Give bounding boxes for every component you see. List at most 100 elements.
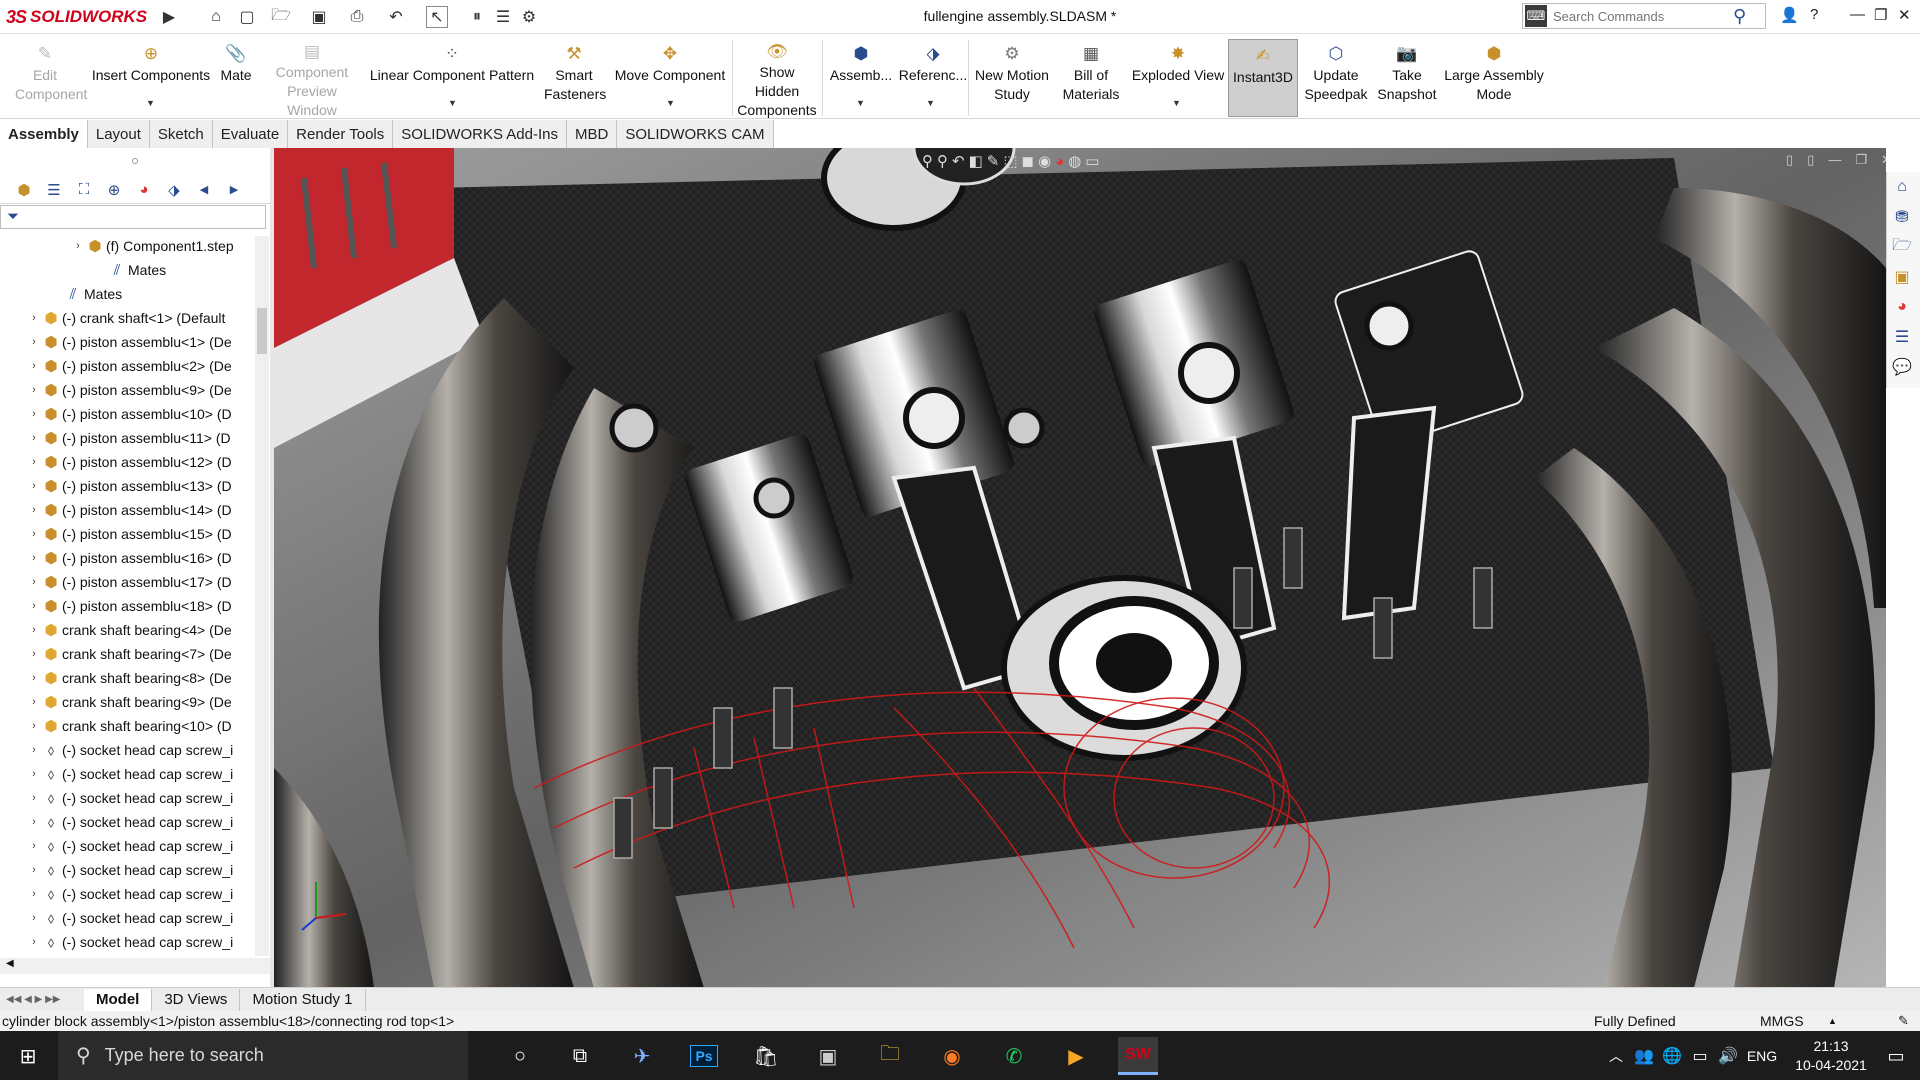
collapse-dot-icon[interactable] — [132, 158, 138, 164]
expand-arrow-icon[interactable]: › — [28, 408, 40, 420]
expand-arrow-icon[interactable]: › — [28, 600, 40, 612]
tree-item[interactable]: ⫽ Mates — [0, 282, 256, 306]
expand-arrow-icon[interactable]: › — [28, 576, 40, 588]
expand-arrow-icon[interactable]: › — [28, 480, 40, 492]
search-commands-input[interactable] — [1553, 8, 1733, 24]
tree-item[interactable]: › ⬨ (-) socket head cap screw_i — [0, 786, 256, 810]
tab-model[interactable]: Model — [84, 988, 153, 1011]
expand-arrow-icon[interactable]: › — [28, 840, 40, 852]
update-speedpak-button[interactable]: ⬡ Update Speedpak — [1302, 42, 1370, 116]
solidworks-resources-icon[interactable]: ⌂ — [1887, 172, 1917, 202]
tree-item[interactable]: › ⬨ (-) socket head cap screw_i — [0, 906, 256, 930]
expand-arrow-icon[interactable]: › — [28, 816, 40, 828]
expand-arrow-icon[interactable]: › — [28, 432, 40, 444]
reference-geometry-dropdown-icon[interactable]: ▼ — [926, 98, 935, 108]
bill-of-materials-button[interactable]: ▦ Bill of Materials — [1056, 42, 1126, 116]
view-settings-icon[interactable]: ▭ — [1085, 152, 1099, 170]
unit-system[interactable]: MMGS — [1760, 1013, 1804, 1029]
tree-item[interactable]: › ⬨ (-) socket head cap screw_i — [0, 738, 256, 762]
tree-item[interactable]: › ⬢ (f) Component1.step — [0, 234, 256, 258]
tree-item[interactable]: › ⬢ crank shaft bearing<8> (De — [0, 666, 256, 690]
viewport-restore-icon[interactable]: ❐ — [1855, 152, 1867, 168]
tree-item[interactable]: › ⬨ (-) socket head cap screw_i — [0, 930, 256, 954]
app-box-icon[interactable]: ▣ — [808, 1037, 848, 1075]
tree-item[interactable]: › ⬢ crank shaft bearing<7> (De — [0, 642, 256, 666]
undo-icon[interactable]: ↶ — [385, 6, 407, 28]
filter-icon[interactable]: ⏷ — [7, 208, 19, 225]
expand-arrow-icon[interactable]: › — [28, 384, 40, 396]
take-snapshot-button[interactable]: 📷 Take Snapshot — [1374, 42, 1440, 116]
tab-solidworks-add-ins[interactable]: SOLIDWORKS Add-Ins — [393, 120, 567, 148]
tree-item[interactable]: › ⬢ crank shaft bearing<4> (De — [0, 618, 256, 642]
tree-item[interactable]: › ⬢ (-) piston assemblu<1> (De — [0, 330, 256, 354]
minimize-icon[interactable]: — — [1850, 6, 1865, 23]
forum-icon[interactable]: 💬 — [1887, 352, 1917, 382]
help-icon[interactable]: ? — [1810, 6, 1818, 23]
solidworks-logo[interactable]: 3S SOLIDWORKS — [6, 3, 156, 31]
configuration-manager-icon[interactable]: ⛶ — [72, 179, 96, 201]
display-style-icon[interactable]: ◼ — [1022, 152, 1034, 170]
options-gear-icon[interactable]: ⚙ — [518, 6, 540, 28]
select-cursor-icon[interactable]: ↖ — [426, 6, 448, 28]
show-hidden-components-button[interactable]: 👁 Show Hidden Components — [736, 42, 818, 118]
expand-arrow-icon[interactable]: › — [28, 936, 40, 948]
tree-item[interactable]: › ⬨ (-) socket head cap screw_i — [0, 834, 256, 858]
feature-tree-icon[interactable]: ⬢ — [12, 179, 36, 201]
viewport-split-icon[interactable]: ▯ — [1807, 152, 1814, 168]
expand-arrow-icon[interactable]: › — [28, 456, 40, 468]
tabs-scroll-left-icon[interactable]: ◀ — [192, 179, 216, 201]
dimxpert-icon[interactable]: ⊕ — [102, 179, 126, 201]
cam-feature-tree-icon[interactable]: ⬗ — [162, 179, 186, 201]
tree-vertical-scrollbar[interactable] — [255, 236, 269, 956]
zoom-to-fit-icon[interactable]: ⚲ — [922, 152, 933, 170]
exploded-view-dropdown-icon[interactable]: ▼ — [1172, 98, 1181, 108]
tab-3d-views[interactable]: 3D Views — [152, 988, 241, 1011]
tree-item[interactable]: › ⬢ (-) crank shaft<1> (Default — [0, 306, 256, 330]
expand-arrow-icon[interactable]: › — [28, 624, 40, 636]
tree-item[interactable]: › ⬢ (-) piston assemblu<16> (D — [0, 546, 256, 570]
engine-model-render[interactable] — [274, 148, 1886, 988]
expand-arrow-icon[interactable]: › — [28, 768, 40, 780]
scrollbar-thumb[interactable] — [257, 308, 267, 354]
linear-pattern-dropdown-icon[interactable]: ▼ — [448, 98, 457, 108]
design-library-icon[interactable]: ⛃ — [1887, 202, 1917, 232]
instant3d-button[interactable]: ✍ Instant3D — [1228, 39, 1298, 117]
tabs-scroll-right-icon[interactable]: ▶ — [222, 179, 246, 201]
expand-arrow-icon[interactable]: › — [28, 312, 40, 324]
search-commands-box[interactable]: ⌨ ⚲ — [1522, 3, 1766, 29]
save-icon[interactable]: ▣ — [308, 6, 330, 28]
graphics-area[interactable]: ⚲ ⚲ ↶ ◧ ✎ ⬚ ◼ ◉ ◕ ◍ ▭ ▯ ▯ — ❐ ✕ — [274, 148, 1886, 988]
zoom-to-area-icon[interactable]: ⚲ — [937, 152, 948, 170]
firefox-icon[interactable]: ◉ — [932, 1037, 972, 1075]
edit-appearance-icon[interactable]: ◕ — [1055, 153, 1064, 170]
scroll-left-icon[interactable]: ◀ — [6, 958, 14, 969]
notification-center-icon[interactable]: ▭ — [1876, 1037, 1916, 1075]
expand-arrow-icon[interactable]: › — [28, 792, 40, 804]
tree-item[interactable]: › ⬢ crank shaft bearing<9> (De — [0, 690, 256, 714]
whatsapp-icon[interactable]: ✆ — [994, 1037, 1034, 1075]
tab-solidworks-cam[interactable]: SOLIDWORKS CAM — [617, 120, 774, 148]
tree-item[interactable]: › ⬢ (-) piston assemblu<17> (D — [0, 570, 256, 594]
property-manager-icon[interactable]: ☰ — [42, 179, 66, 201]
expand-arrow-icon[interactable]: › — [28, 504, 40, 516]
view-orientation-icon[interactable]: ⬚ — [1003, 152, 1017, 170]
smart-fasteners-button[interactable]: ⚒ Smart Fasteners — [538, 42, 610, 116]
search-icon[interactable]: ⚲ — [1733, 6, 1746, 27]
expand-arrow-icon[interactable]: › — [28, 744, 40, 756]
tree-item[interactable]: › ⬢ (-) piston assemblu<9> (De — [0, 378, 256, 402]
tab-motion-study-1[interactable]: Motion Study 1 — [240, 988, 366, 1011]
view-palette-icon[interactable]: ▣ — [1887, 262, 1917, 292]
windows-start-icon[interactable]: ⊞ — [8, 1037, 48, 1075]
dynamic-annotation-icon[interactable]: ✎ — [987, 152, 1000, 170]
expand-arrow-icon[interactable]: › — [28, 552, 40, 564]
tree-horizontal-scrollbar[interactable]: ◀ — [0, 958, 270, 974]
microsoft-store-icon[interactable]: 🛍 — [746, 1037, 786, 1075]
move-component-dropdown-icon[interactable]: ▼ — [666, 98, 675, 108]
display-manager-icon[interactable]: ◕ — [132, 179, 156, 201]
expand-arrow-icon[interactable]: › — [28, 336, 40, 348]
tree-item[interactable]: ⫽ Mates — [0, 258, 256, 282]
tree-item[interactable]: › ⬢ (-) piston assemblu<14> (D — [0, 498, 256, 522]
app-wings-icon[interactable]: ✈ — [622, 1037, 662, 1075]
previous-view-icon[interactable]: ↶ — [952, 152, 965, 170]
tree-item[interactable]: › ⬢ (-) piston assemblu<15> (D — [0, 522, 256, 546]
